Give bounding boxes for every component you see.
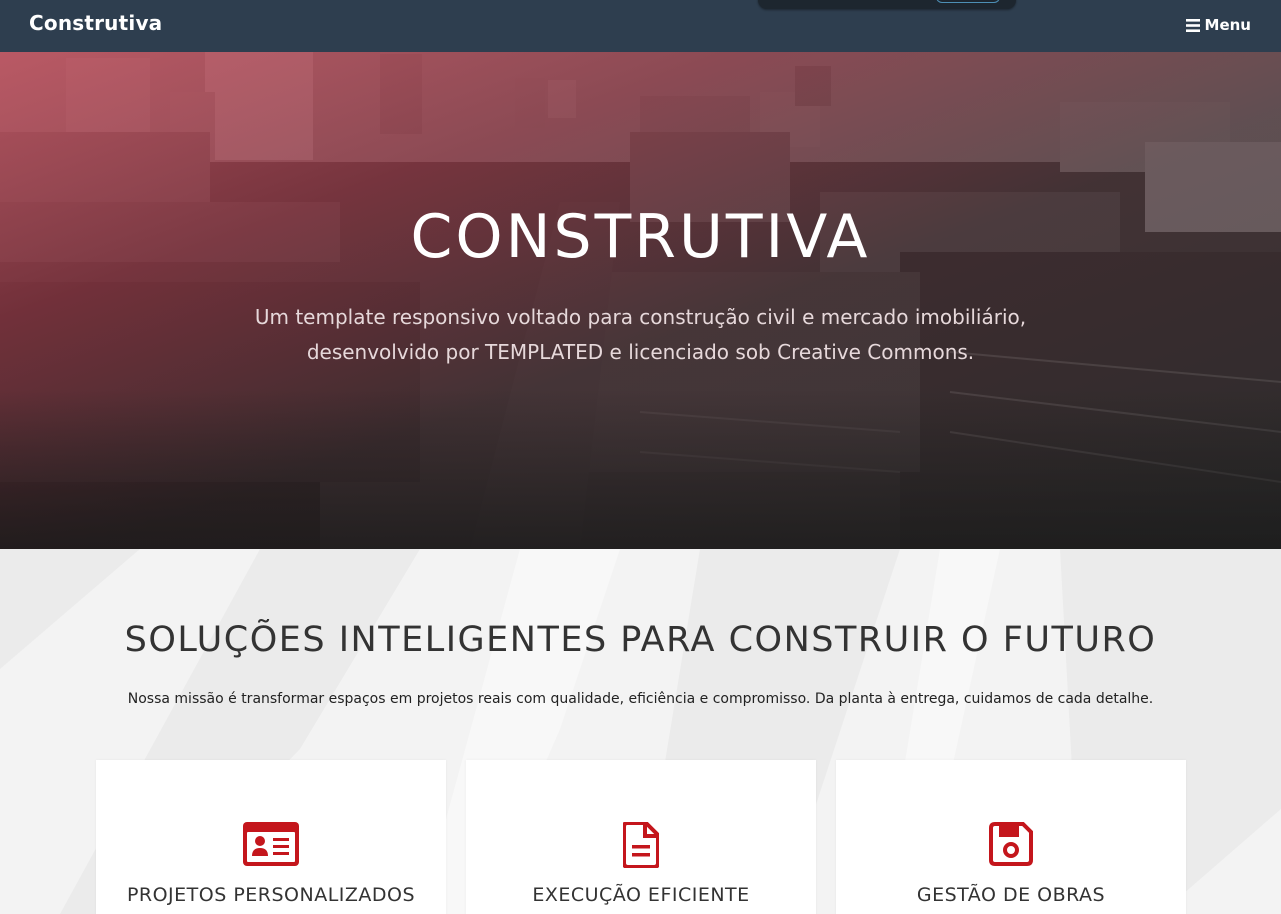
id-card-icon (96, 822, 446, 868)
features-section: SOLUÇÕES INTELIGENTES PARA CONSTRUIR O F… (0, 549, 1281, 914)
menu-label: Menu (1204, 16, 1251, 34)
menu-button[interactable]: Menu (1185, 16, 1251, 34)
hero-subtitle-line-2: desenvolvido por TEMPLATED e licenciado … (306, 340, 975, 364)
feature-card-title: PROJETOS PERSONALIZADOS (126, 884, 416, 906)
hero-bottom-fade (0, 389, 1281, 549)
feature-card-gestao[interactable]: GESTÃO DE OBRAS (836, 760, 1186, 914)
feature-card-execucao[interactable]: EXECUÇÃO EFICIENTE (466, 760, 816, 914)
feature-card-title: EXECUÇÃO EFICIENTE (532, 884, 750, 906)
hero-title: CONSTRUTIVA (410, 202, 871, 272)
hero-subtitle: Um template responsivo voltado para cons… (0, 300, 1281, 370)
document-icon (466, 822, 816, 868)
hero-subtitle-line-1: Um template responsivo voltado para cons… (254, 305, 1027, 329)
section-description: Nossa missão é transformar espaços em pr… (127, 691, 1154, 707)
feature-card-projetos[interactable]: PROJETOS PERSONALIZADOS (96, 760, 446, 914)
brand-logo-link[interactable]: Construtiva (29, 11, 162, 35)
hamburger-icon (1185, 18, 1200, 32)
browser-tab-overlay (758, 0, 1016, 9)
top-nav: Construtiva Menu (0, 0, 1281, 52)
section-title: SOLUÇÕES INTELIGENTES PARA CONSTRUIR O F… (124, 620, 1157, 660)
hero-banner: CONSTRUTIVA Um template responsivo volta… (0, 52, 1281, 549)
feature-card-title: GESTÃO DE OBRAS (916, 884, 1106, 906)
floppy-disk-icon (836, 822, 1186, 868)
